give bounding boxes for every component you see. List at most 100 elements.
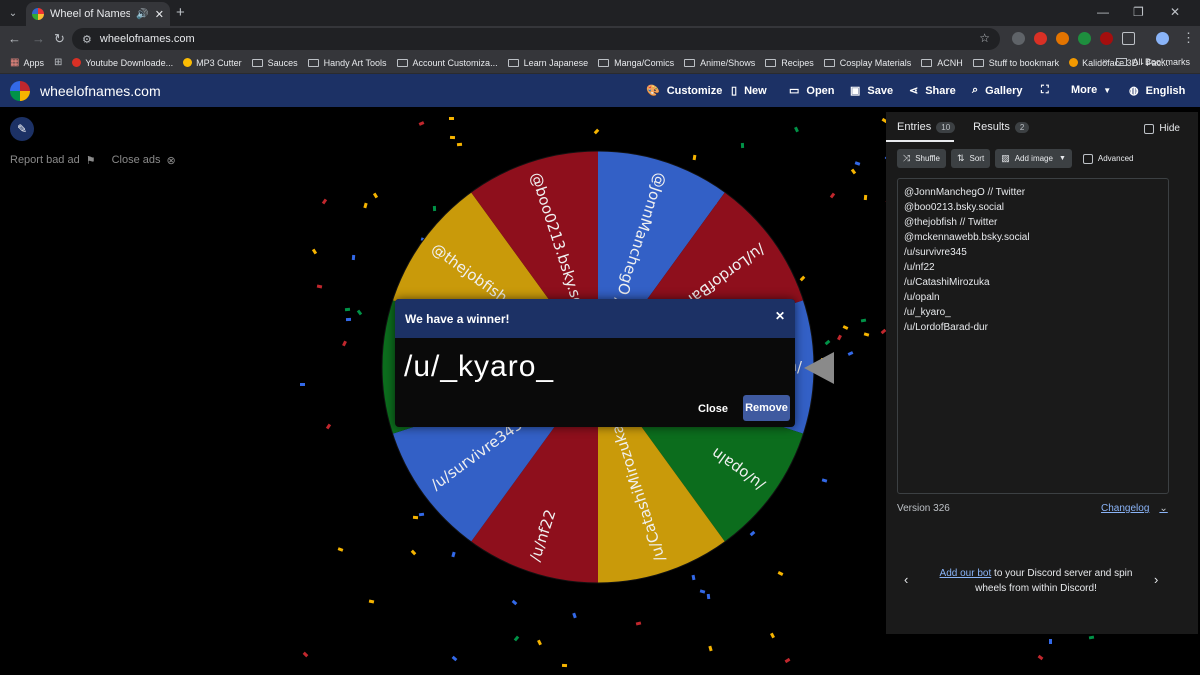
confetti-piece bbox=[342, 340, 348, 347]
confetti-piece bbox=[700, 589, 706, 594]
extension-red-icon[interactable] bbox=[1034, 32, 1047, 45]
open-button[interactable]: ▭ Open bbox=[789, 84, 835, 98]
site-logo-icon[interactable] bbox=[10, 81, 30, 101]
bookmark-folder[interactable]: Account Customiza... bbox=[396, 58, 498, 68]
kalidoface-icon bbox=[1069, 58, 1079, 67]
entries-textarea[interactable]: @JonnManchegO // Twitter @boo0213.bsky.s… bbox=[897, 178, 1169, 494]
close-button[interactable]: Close bbox=[698, 403, 728, 415]
confetti-piece bbox=[784, 658, 791, 664]
tab-search-icon[interactable]: ⌄ bbox=[4, 4, 22, 22]
share-button[interactable]: ⋖ Share bbox=[909, 84, 956, 98]
folder-icon bbox=[972, 58, 984, 67]
site-name[interactable]: wheelofnames.com bbox=[40, 83, 161, 99]
bookmark-folder[interactable]: Sauces bbox=[251, 58, 298, 68]
close-icon[interactable]: ✕ bbox=[775, 309, 785, 323]
shuffle-button[interactable]: ⤨ Shuffle bbox=[897, 149, 946, 168]
extension-green-icon[interactable] bbox=[1078, 32, 1091, 45]
dialog-title: We have a winner! bbox=[405, 311, 510, 326]
tab-results[interactable]: Results 2 bbox=[973, 121, 1030, 133]
bookmark-item[interactable]: Youtube Downloade... bbox=[72, 58, 173, 68]
fullscreen-icon: ⛶ bbox=[1041, 84, 1049, 96]
all-bookmarks[interactable]: All Bookmarks bbox=[1116, 57, 1190, 67]
confetti-piece bbox=[821, 477, 828, 483]
advanced-checkbox[interactable]: Advanced bbox=[1082, 149, 1133, 168]
confetti-piece bbox=[302, 651, 309, 658]
bookmark-folder[interactable]: Handy Art Tools bbox=[307, 58, 387, 68]
confetti-piece bbox=[321, 198, 327, 205]
browser-tab-strip: ⌄ Wheel of Names | Random 🔊 ✕ + — ❐ ✕ bbox=[0, 0, 1200, 26]
apps-grid-icon: ▦ bbox=[10, 57, 20, 68]
winner-dialog: We have a winner! ✕ /u/_kyaro_ Close Rem… bbox=[395, 299, 795, 427]
confetti-piece bbox=[326, 423, 332, 430]
gallery-button[interactable]: ⌕ Gallery bbox=[972, 84, 1022, 97]
changelog-link[interactable]: Changelog ⌄ bbox=[1101, 503, 1168, 514]
close-ads-link[interactable]: Close ads bbox=[112, 154, 161, 167]
browser-tab[interactable]: Wheel of Names | Random 🔊 ✕ bbox=[26, 2, 170, 26]
bookmark-folder[interactable]: Cosplay Materials bbox=[823, 58, 911, 68]
browser-menu-icon[interactable]: ⋮ bbox=[1182, 30, 1195, 46]
folder-open-icon: ▭ bbox=[789, 85, 800, 97]
edit-pencil-icon[interactable]: ✎ bbox=[10, 117, 34, 141]
hide-checkbox[interactable]: Hide bbox=[1144, 123, 1180, 134]
bookmark-apps[interactable]: ▦ Apps bbox=[10, 57, 44, 68]
confetti-piece bbox=[451, 655, 458, 662]
restore-icon[interactable]: ❐ bbox=[1133, 5, 1144, 19]
bookmark-folder[interactable]: Recipes bbox=[765, 58, 814, 68]
back-icon[interactable]: ← bbox=[8, 31, 21, 46]
minimize-icon[interactable]: — bbox=[1097, 5, 1109, 19]
reload-icon[interactable]: ↻ bbox=[54, 31, 65, 47]
extensions-puzzle-icon[interactable] bbox=[1122, 32, 1135, 45]
list-item: @boo0213.bsky.social bbox=[904, 202, 1005, 213]
tab-entries[interactable]: Entries 10 bbox=[897, 121, 956, 133]
extension-orange-icon[interactable] bbox=[1056, 32, 1069, 45]
add-image-button[interactable]: ▨ Add image ▼ bbox=[995, 149, 1072, 168]
mp3-cutter-icon bbox=[183, 58, 193, 67]
bookmark-grid[interactable]: ⊞ bbox=[54, 57, 62, 68]
language-button[interactable]: ◍ English bbox=[1129, 84, 1185, 98]
site-info-icon[interactable]: ⚙ bbox=[82, 33, 92, 46]
remove-button[interactable]: Remove bbox=[743, 395, 790, 421]
confetti-piece bbox=[363, 202, 368, 209]
new-button[interactable]: ▯ New bbox=[731, 84, 767, 98]
profile-avatar[interactable] bbox=[1156, 32, 1169, 45]
confetti-piece bbox=[851, 168, 857, 175]
chevron-down-icon: ⌄ bbox=[1159, 503, 1168, 514]
save-button[interactable]: ▣ Save bbox=[850, 84, 893, 98]
close-circle-icon: ⊗ bbox=[166, 155, 176, 167]
sort-button[interactable]: ⇅ Sort bbox=[950, 149, 991, 168]
forward-icon[interactable]: → bbox=[32, 31, 45, 46]
add-bot-link[interactable]: Add our bot bbox=[940, 568, 992, 579]
confetti-piece bbox=[863, 194, 868, 200]
confetti-piece bbox=[706, 593, 711, 599]
report-bad-ad-link[interactable]: Report bad ad bbox=[10, 154, 80, 167]
extension-glasses-icon[interactable] bbox=[1012, 32, 1025, 45]
new-tab-icon[interactable]: + bbox=[176, 4, 185, 21]
more-bookmarks-icon[interactable]: » bbox=[1102, 56, 1108, 67]
carousel-next-icon[interactable]: › bbox=[1154, 572, 1158, 587]
confetti-piece bbox=[572, 612, 577, 619]
bookmark-item[interactable]: MP3 Cutter bbox=[183, 58, 242, 68]
customize-button[interactable]: 🎨 Customize bbox=[646, 84, 722, 98]
bookmark-folder[interactable]: Manga/Comics bbox=[598, 58, 674, 68]
more-button[interactable]: More ▼ bbox=[1071, 84, 1111, 96]
carousel-prev-icon[interactable]: ‹ bbox=[904, 572, 908, 587]
confetti-piece bbox=[829, 192, 836, 199]
bookmarks-bar: ▦ Apps ⊞ Youtube Downloade... MP3 Cutter … bbox=[0, 52, 1200, 74]
address-bar[interactable]: ⚙ wheelofnames.com ☆ bbox=[72, 28, 1000, 50]
checkbox-icon bbox=[1144, 123, 1155, 134]
extension-badge-icon[interactable] bbox=[1100, 32, 1113, 45]
audio-icon[interactable]: 🔊 bbox=[136, 9, 148, 20]
bookmark-folder[interactable]: ACNH bbox=[921, 58, 963, 68]
confetti-piece bbox=[1037, 655, 1043, 661]
close-tab-icon[interactable]: ✕ bbox=[155, 8, 164, 21]
close-window-icon[interactable]: ✕ bbox=[1170, 5, 1180, 19]
folder-icon bbox=[1116, 58, 1128, 66]
bookmark-folder[interactable]: Anime/Shows bbox=[684, 58, 755, 68]
bookmark-folder[interactable]: Stuff to bookmark bbox=[972, 58, 1059, 68]
bookmark-star-icon[interactable]: ☆ bbox=[979, 31, 990, 45]
bookmark-folder[interactable]: Learn Japanese bbox=[507, 58, 588, 68]
list-item: /u/LordofBarad-dur bbox=[904, 322, 988, 333]
confetti-piece bbox=[863, 332, 870, 337]
confetti-piece bbox=[860, 318, 867, 323]
fullscreen-button[interactable]: ⛶ bbox=[1041, 84, 1056, 97]
